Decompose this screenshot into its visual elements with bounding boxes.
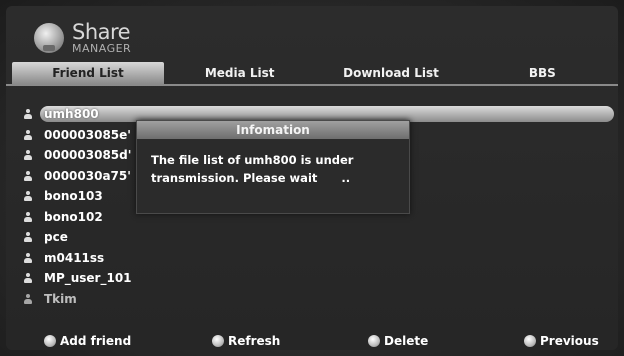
friend-name: m0411ss bbox=[44, 250, 105, 265]
add-friend-label: Add friend bbox=[60, 334, 132, 348]
logo-text: Share MANAGER bbox=[72, 20, 132, 55]
friend-name: Tkim bbox=[44, 291, 77, 306]
tv-screen: Share MANAGER Friend List Media List Dow… bbox=[0, 0, 624, 356]
friend-list-item[interactable]: m0411ss bbox=[24, 248, 616, 269]
friend-name: MP_user_101 bbox=[44, 271, 132, 286]
tab-bar: Friend List Media List Download List BBS bbox=[6, 62, 618, 84]
refresh-button[interactable]: Refresh bbox=[212, 334, 280, 348]
dialog-message: The file list of umh800 is under transmi… bbox=[151, 153, 354, 185]
friend-list-item[interactable]: pce bbox=[24, 227, 616, 248]
tab-friend-list[interactable]: Friend List bbox=[12, 62, 164, 84]
tab-bbs[interactable]: BBS bbox=[467, 62, 618, 84]
user-icon bbox=[24, 232, 32, 243]
remote-button-icon bbox=[44, 335, 56, 347]
user-icon bbox=[24, 293, 32, 304]
friend-name: 000003085e' bbox=[44, 127, 131, 142]
friend-name: bono103 bbox=[44, 189, 103, 204]
tab-media-list[interactable]: Media List bbox=[164, 62, 315, 84]
friend-name: bono102 bbox=[44, 209, 103, 224]
user-icon bbox=[24, 150, 32, 161]
friend-name: 000003085d' bbox=[44, 148, 132, 163]
previous-label: Previous bbox=[540, 334, 599, 348]
delete-button[interactable]: Delete bbox=[368, 334, 428, 348]
user-icon bbox=[24, 211, 32, 222]
friend-list-item[interactable]: MP_user_101 bbox=[24, 268, 616, 289]
refresh-label: Refresh bbox=[228, 334, 281, 348]
delete-label: Delete bbox=[384, 334, 429, 348]
previous-button[interactable]: Previous bbox=[524, 334, 599, 348]
remote-button-icon bbox=[524, 335, 536, 347]
add-friend-button[interactable]: Add friend bbox=[44, 334, 131, 348]
tab-download-list[interactable]: Download List bbox=[315, 62, 466, 84]
user-icon bbox=[24, 129, 32, 140]
app-logo: Share MANAGER bbox=[34, 22, 131, 54]
information-dialog: Infomation The file list of umh800 is un… bbox=[136, 120, 410, 214]
share-manager-logo-icon bbox=[34, 23, 64, 53]
user-icon bbox=[24, 191, 32, 202]
friend-name: umh800 bbox=[44, 107, 99, 122]
friend-list-item[interactable]: Tkim bbox=[24, 289, 616, 310]
remote-button-icon bbox=[368, 335, 380, 347]
footer-bar: Add friend Refresh Delete Previous bbox=[0, 334, 624, 352]
logo-share-text: Share bbox=[72, 20, 131, 44]
friend-name: pce bbox=[44, 230, 68, 245]
user-icon bbox=[24, 170, 32, 181]
user-icon bbox=[24, 109, 32, 120]
remote-button-icon bbox=[212, 335, 224, 347]
friend-name: 0000030a75' bbox=[44, 168, 131, 183]
user-icon bbox=[24, 252, 32, 263]
user-icon bbox=[24, 273, 32, 284]
tab-underline bbox=[6, 84, 618, 86]
dialog-title: Infomation bbox=[137, 121, 409, 139]
logo-manager-text: MANAGER bbox=[72, 42, 132, 55]
